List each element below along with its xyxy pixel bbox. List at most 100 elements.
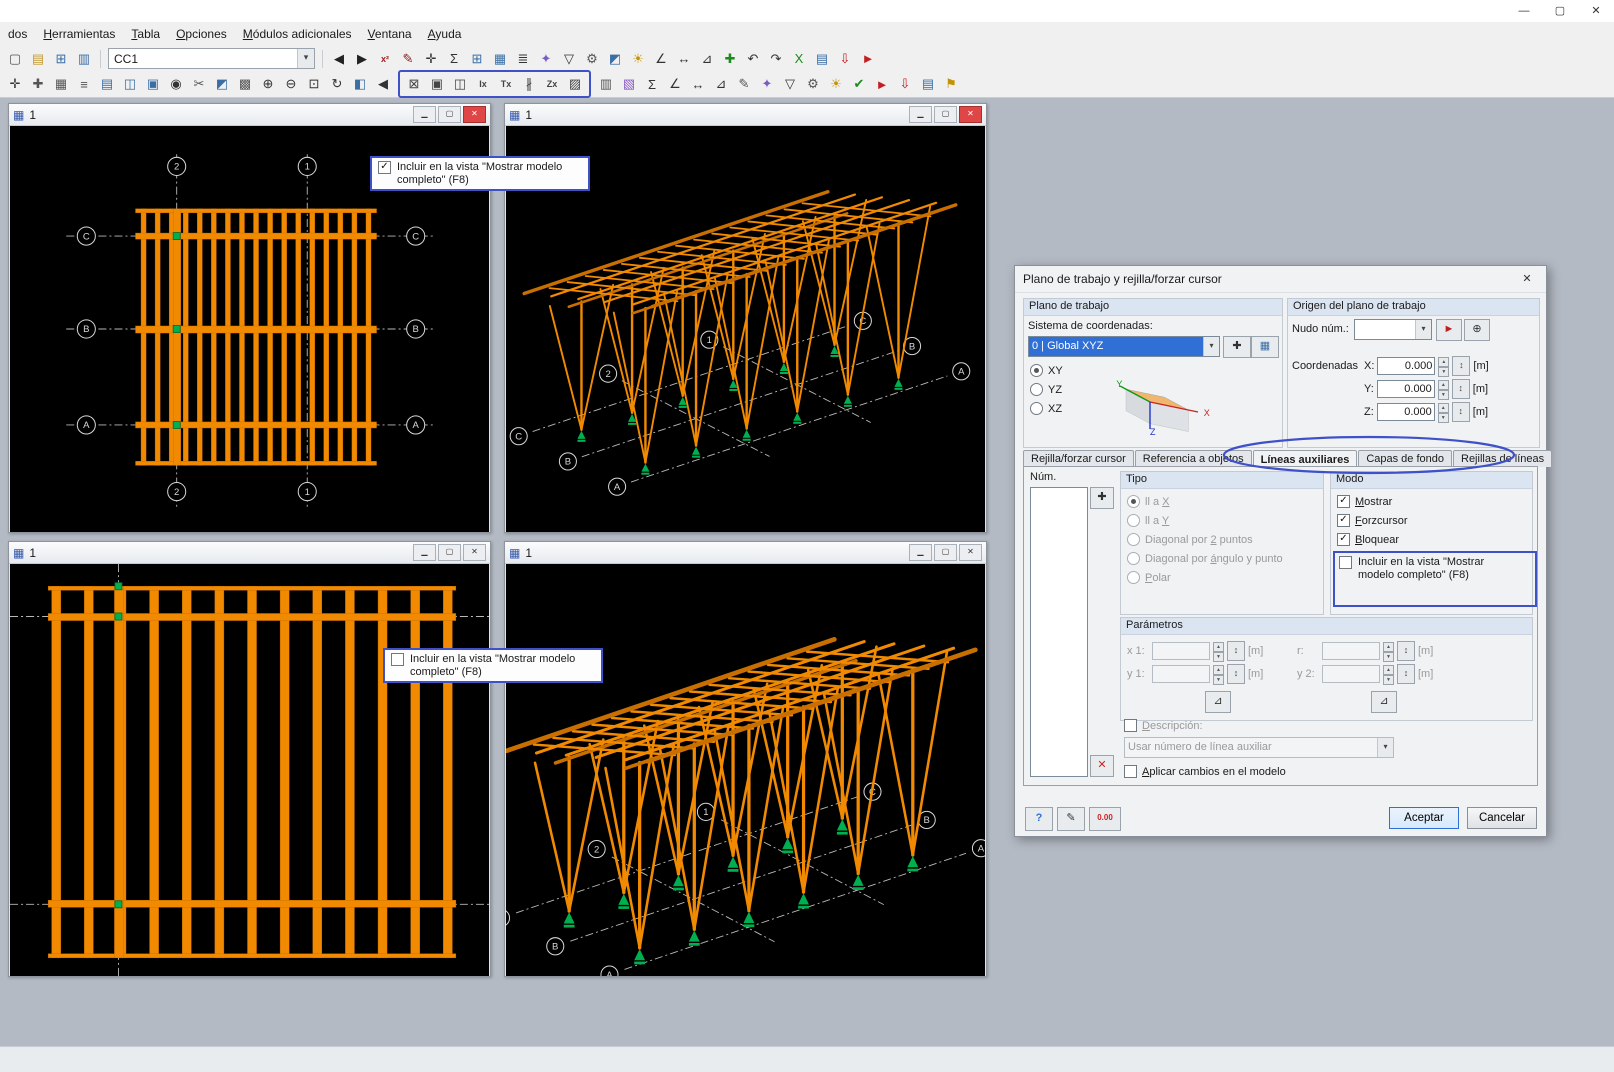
viewport-titlebar[interactable]: ▦ 1 ▁ ▢ ✕ — [9, 104, 490, 126]
viewport-maximize-button[interactable]: ▢ — [934, 544, 957, 561]
export-down-icon[interactable]: ⇩ — [834, 48, 856, 70]
flag-icon[interactable]: ⚑ — [940, 73, 962, 95]
viewport-close-button[interactable]: ✕ — [959, 544, 982, 561]
filter-icon[interactable]: ▽ — [558, 48, 580, 70]
viewport-canvas-plan-zoom[interactable] — [10, 564, 489, 976]
node-number-combo[interactable]: ▾ — [1354, 319, 1432, 340]
menu-opciones[interactable]: Opciones — [168, 24, 235, 44]
pick-in-graphic-button[interactable]: ↕ — [1397, 664, 1415, 684]
gear2-icon[interactable]: ⚙ — [802, 73, 824, 95]
tx-toggle-icon[interactable]: Tx — [495, 73, 517, 95]
edit-pencil-icon[interactable]: ✎ — [397, 48, 419, 70]
edit-comment-button[interactable]: ✎ — [1057, 807, 1085, 831]
triangle-ruler-icon[interactable]: ⊿ — [696, 48, 718, 70]
new-aux-line-button[interactable]: ✚ — [1090, 487, 1114, 509]
checkbox-aplicar-cambios[interactable]: Aplicar cambios en el modelo — [1124, 765, 1286, 778]
crossed-square-icon[interactable]: ⊠ — [403, 73, 425, 95]
chevron-down-icon[interactable]: ▾ — [1415, 320, 1431, 339]
lamp-icon[interactable]: ☀ — [825, 73, 847, 95]
plane-xy-icon[interactable]: ◫ — [119, 73, 141, 95]
window-maximize-button[interactable]: ▢ — [1542, 1, 1578, 22]
scissors-icon[interactable]: ✂ — [188, 73, 210, 95]
plane-yz-icon[interactable]: ▣ — [142, 73, 164, 95]
check-icon[interactable]: ✔ — [848, 73, 870, 95]
radio-tipo-diagonal-por-ngulo-y-punto[interactable]: Diagonal por ángulo y punto — [1127, 552, 1283, 565]
half-shade-icon[interactable]: ◧ — [349, 73, 371, 95]
viewport-close-button[interactable]: ✕ — [463, 544, 486, 561]
next-arrow-icon[interactable]: ▶ — [351, 48, 373, 70]
pick-in-graphic-button[interactable]: ↕ — [1452, 402, 1470, 422]
help-button[interactable]: ? — [1025, 807, 1053, 831]
superscript-xx-icon[interactable]: x² — [374, 48, 396, 70]
radio-tipo-ll-a-x[interactable]: ll a X — [1127, 495, 1169, 508]
include-in-view-checkbox[interactable] — [1339, 556, 1352, 569]
pick-in-graphic-button[interactable]: ↕ — [1227, 664, 1245, 684]
hatch-square-icon[interactable]: ▨ — [564, 73, 586, 95]
pick-in-graphic-button[interactable]: ↕ — [1227, 641, 1245, 661]
zoom-out-icon[interactable]: ⊖ — [280, 73, 302, 95]
tab-rejill-as-de-l-neas[interactable]: Rejill­as de líneas — [1453, 450, 1552, 467]
chevron-down-icon[interactable]: ▾ — [1377, 738, 1393, 757]
menu-dos[interactable]: dos — [0, 24, 35, 44]
pick-in-graphic-button[interactable]: ↕ — [1452, 379, 1470, 399]
viewport-maximize-button[interactable]: ▢ — [438, 106, 461, 123]
shaded-view-icon[interactable]: ◩ — [211, 73, 233, 95]
menu-herramientas[interactable]: Herramientas — [35, 24, 123, 44]
run-arrow-icon[interactable]: ► — [857, 48, 879, 70]
tab-referencia-a-objetos[interactable]: Referencia a objetos — [1135, 450, 1252, 467]
slope-icon[interactable]: ⊿ — [710, 73, 732, 95]
open-folder-icon[interactable]: ▤ — [27, 48, 49, 70]
measure-icon[interactable]: ↔ — [687, 73, 709, 95]
spinner[interactable]: ▲▼ — [1383, 665, 1394, 683]
checkbox-bloquear[interactable]: Bloquear — [1337, 533, 1399, 546]
wireframe-icon[interactable]: ▩ — [234, 73, 256, 95]
radio-plane-yz[interactable]: YZ — [1030, 383, 1062, 396]
accept-button[interactable]: Aceptar — [1389, 807, 1459, 829]
coordinate-field[interactable]: 0.000 — [1377, 357, 1435, 375]
window-minimize-button[interactable]: — — [1506, 1, 1542, 22]
angle2-icon[interactable]: ∠ — [664, 73, 686, 95]
sum2-icon[interactable]: Σ — [641, 73, 663, 95]
include-in-view-checkbox[interactable] — [378, 161, 391, 174]
checkbox-mostrar[interactable]: Mostrar — [1337, 495, 1392, 508]
param-field[interactable] — [1322, 665, 1380, 683]
param-field[interactable] — [1152, 642, 1210, 660]
gear-icon[interactable]: ⚙ — [581, 48, 603, 70]
angle-icon[interactable]: ∠ — [650, 48, 672, 70]
spinner[interactable]: ▲▼ — [1213, 642, 1224, 660]
zx-toggle-icon[interactable]: Zx — [541, 73, 563, 95]
decimal-places-button[interactable]: 0.00 — [1089, 807, 1121, 831]
param-field[interactable] — [1152, 665, 1210, 683]
spinner[interactable]: ▲▼ — [1438, 380, 1449, 398]
dimension-icon[interactable]: ↔ — [673, 48, 695, 70]
menu-tabla[interactable]: Tabla — [123, 24, 168, 44]
viewport-canvas-iso-zoom[interactable]: CCBBAA21 — [506, 564, 985, 976]
new-file-icon[interactable]: ▢ — [4, 48, 26, 70]
radio-plane-xy[interactable]: XY — [1030, 364, 1063, 377]
center-point-icon[interactable]: ◉ — [165, 73, 187, 95]
viewport-titlebar[interactable]: ▦ 1 ▁ ▢ ✕ — [505, 104, 986, 126]
viewport-maximize-button[interactable]: ▢ — [438, 544, 461, 561]
viewport-close-button[interactable]: ✕ — [463, 106, 486, 123]
sparkle-icon[interactable]: ✦ — [756, 73, 778, 95]
undo-icon[interactable]: ↶ — [742, 48, 764, 70]
layers-icon[interactable]: ▤ — [917, 73, 939, 95]
ix-toggle-icon[interactable]: Ix — [472, 73, 494, 95]
coordinate-field[interactable]: 0.000 — [1377, 403, 1435, 421]
snap-plus-icon[interactable]: ✚ — [27, 73, 49, 95]
cancel-button[interactable]: Cancelar — [1467, 807, 1537, 829]
radio-tipo-ll-a-y[interactable]: ll a Y — [1127, 514, 1169, 527]
description-combo[interactable]: Usar número de línea auxiliar ▾ — [1124, 737, 1394, 758]
coordinate-field[interactable]: 0.000 — [1377, 380, 1435, 398]
window-close-button[interactable]: ✕ — [1578, 1, 1614, 22]
menu-m-dulos-adicionales[interactable]: Módulos adicionales — [235, 24, 360, 44]
angle-pick-button[interactable]: ⊿ — [1371, 691, 1397, 713]
spinner[interactable]: ▲▼ — [1213, 665, 1224, 683]
list-icon[interactable]: ≣ — [512, 48, 534, 70]
edit-coordinate-system-button[interactable]: ▦ — [1251, 336, 1279, 358]
radio-plane-xz[interactable]: XZ — [1030, 402, 1062, 415]
table-grid-icon[interactable]: ⊞ — [50, 48, 72, 70]
chevron-down-icon[interactable]: ▾ — [297, 49, 314, 68]
excel-export-icon[interactable]: X — [788, 48, 810, 70]
pick-node-button[interactable]: ► — [1436, 319, 1462, 341]
